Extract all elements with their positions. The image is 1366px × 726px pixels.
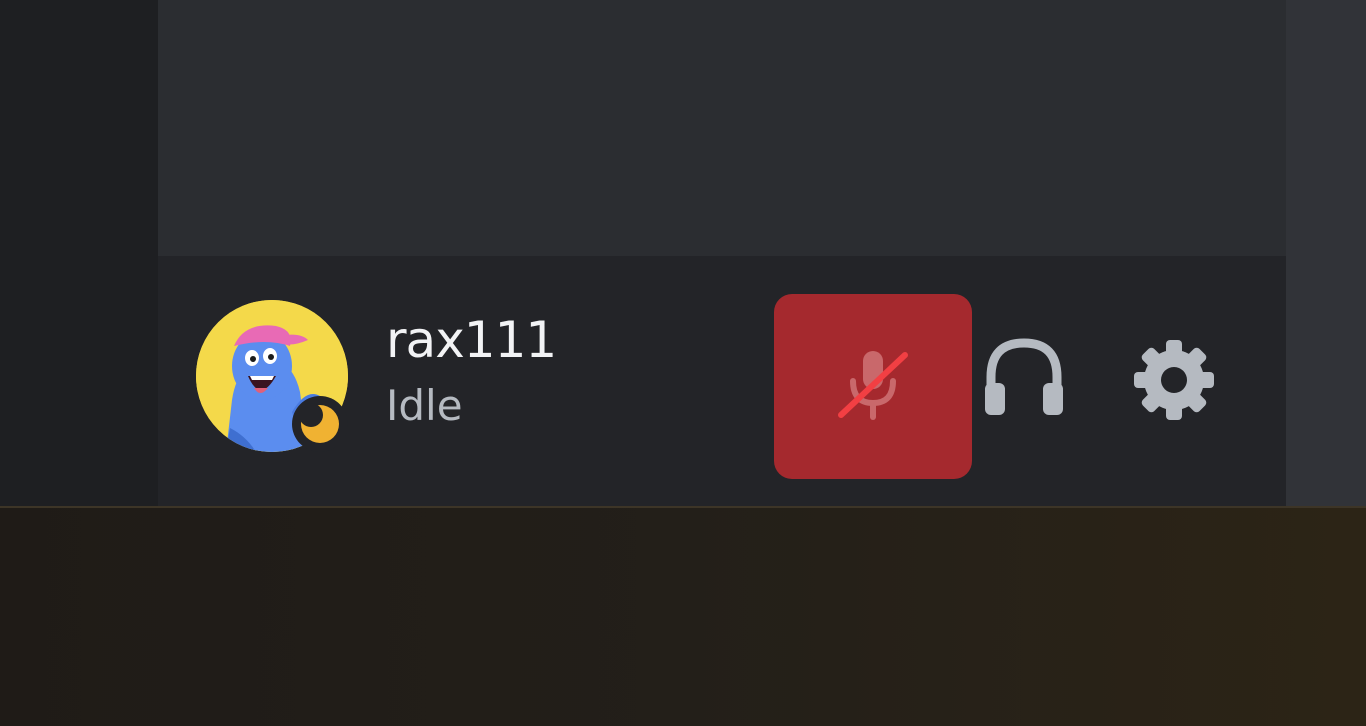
- deafen-button[interactable]: [976, 324, 1072, 434]
- microphone-muted-icon: [833, 345, 913, 429]
- headphones-icon: [981, 335, 1067, 423]
- username: rax111: [386, 311, 557, 369]
- os-taskbar: [0, 506, 1366, 726]
- settings-button[interactable]: [1126, 334, 1222, 430]
- user-panel: rax111 Idle: [158, 256, 1286, 506]
- discord-window: rax111 Idle: [0, 0, 1366, 726]
- chat-area-edge: [1286, 0, 1366, 506]
- channel-list: [158, 0, 1286, 256]
- server-sidebar: [0, 0, 158, 506]
- gear-icon: [1132, 338, 1216, 426]
- mute-button[interactable]: [774, 294, 972, 479]
- user-info[interactable]: rax111 Idle: [386, 310, 557, 432]
- idle-status-icon: [292, 396, 348, 452]
- user-avatar-button[interactable]: [196, 300, 348, 452]
- user-status: Idle: [386, 381, 463, 430]
